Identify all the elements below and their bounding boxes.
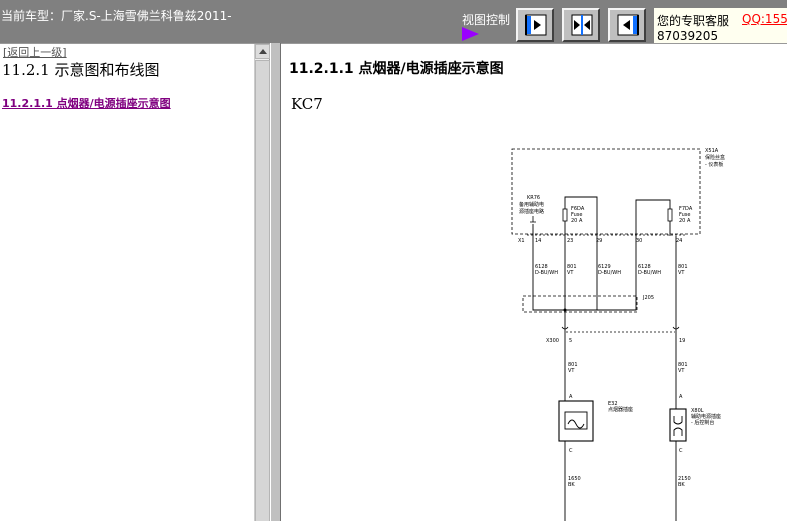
play-arrow-icon bbox=[462, 27, 479, 41]
outlet-label-1: 辅助电源插座 bbox=[691, 413, 721, 420]
center-split-icon bbox=[571, 14, 593, 36]
fuse-f7da-loop bbox=[635, 199, 671, 236]
left-scrollbar[interactable] bbox=[254, 44, 270, 521]
x1-pin: 23 bbox=[567, 238, 573, 244]
splice-bus bbox=[532, 306, 637, 311]
wiring-diagram: X51A 保险丝盒 - 仪表板 KR76 备用辅助电 源插座电路 F6DA Fu… bbox=[511, 148, 725, 521]
collapse-right-icon bbox=[617, 14, 639, 36]
lighter-pin-a: A bbox=[569, 394, 573, 400]
scrollbar-thumb[interactable] bbox=[255, 60, 270, 521]
relay-symbol-icon bbox=[530, 216, 536, 223]
collapse-left-icon bbox=[525, 14, 547, 36]
wire-color: VT bbox=[678, 368, 685, 374]
x1-pin: 30 bbox=[636, 238, 642, 244]
wire-color: VT bbox=[568, 368, 575, 374]
customer-service-box: 您的专职客服 QQ:155 87039205 bbox=[654, 8, 787, 43]
service-label: 您的专职客服 bbox=[657, 14, 730, 28]
scroll-up-arrow-icon[interactable] bbox=[255, 44, 270, 59]
fuse-f7da-icon bbox=[667, 208, 673, 222]
fuse-block-label-2: - 仪表板 bbox=[705, 161, 723, 168]
wire-color: VT bbox=[567, 270, 574, 276]
wire-color: BK bbox=[568, 482, 575, 488]
content-frame: 11.2.1.1 点烟器/电源插座示意图 KC7 X51A 保险丝盒 - 仪表板… bbox=[281, 43, 787, 521]
fuse-block-label-1: 保险丝盒 bbox=[705, 154, 725, 161]
fuse-block-id: X51A bbox=[705, 148, 719, 154]
x300-label: X300 bbox=[546, 338, 559, 344]
splice-label: J205 bbox=[642, 295, 654, 301]
view-control-label: 视图控制 bbox=[462, 13, 511, 27]
x1-label: X1 bbox=[518, 238, 525, 244]
relay-label-1: 备用辅助电 bbox=[519, 201, 544, 208]
x1-pin: 24 bbox=[676, 238, 682, 244]
frame-splitter[interactable] bbox=[270, 43, 281, 521]
wire-color: VT bbox=[678, 270, 685, 276]
wire-color: BK bbox=[678, 482, 685, 488]
fuse-f6da-icon bbox=[562, 208, 568, 222]
outlet-label-2: - 后控制台 bbox=[691, 419, 714, 426]
outlet-pin-c: C bbox=[679, 448, 683, 454]
wire-color: D-BU/WH bbox=[535, 270, 558, 276]
collapse-right-button[interactable] bbox=[608, 8, 646, 42]
service-number: 87039205 bbox=[657, 29, 719, 43]
section-heading: 11.2.1 示意图和布线图 bbox=[2, 61, 160, 79]
collapse-left-button[interactable] bbox=[516, 8, 554, 42]
fuse-f6da-rating: 20 A bbox=[571, 218, 583, 224]
outlet-socket-icon bbox=[669, 408, 687, 442]
outlet-pin-a: A bbox=[679, 394, 683, 400]
top-toolbar: 当前车型：厂家.S-上海雪佛兰科鲁兹2011- 视图控制 您的专职客服 QQ:1… bbox=[0, 0, 787, 43]
wire-color: D-BU/WH bbox=[638, 270, 661, 276]
x1-pin: 14 bbox=[535, 238, 541, 244]
vehicle-model-title: 当前车型：厂家.S-上海雪佛兰科鲁兹2011- bbox=[1, 9, 232, 23]
service-qq-link[interactable]: QQ:155 bbox=[742, 12, 787, 26]
x300-pin: 19 bbox=[679, 338, 685, 344]
back-link[interactable]: [返回上一级] bbox=[3, 44, 67, 60]
navigation-frame: [返回上一级] 11.2.1 示意图和布线图 11.2.1.1 点烟器/电源插座… bbox=[0, 43, 270, 521]
relay-label-2: 源插座电路 bbox=[519, 208, 544, 215]
lighter-socket-icon bbox=[558, 400, 594, 442]
x300-pin: 5 bbox=[569, 338, 572, 344]
fuse-f7da-rating: 20 A bbox=[679, 218, 691, 224]
lighter-pin-c: C bbox=[569, 448, 573, 454]
relay-id: KR76 bbox=[527, 195, 540, 201]
lighter-name: 点烟器插座 bbox=[608, 406, 633, 413]
diagram-link[interactable]: 11.2.1.1 点烟器/电源插座示意图 bbox=[2, 95, 171, 111]
wire-color: D-BU/WH bbox=[598, 270, 621, 276]
center-split-button[interactable] bbox=[562, 8, 600, 42]
splice-dot-icon bbox=[563, 308, 567, 312]
